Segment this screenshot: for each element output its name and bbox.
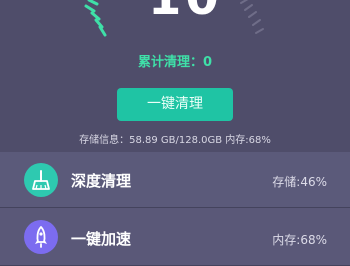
cleaned-total-label: 累计清理：0 bbox=[137, 55, 213, 70]
list-item-title: 一键加速 bbox=[71, 230, 132, 248]
rocket-icon bbox=[24, 220, 58, 254]
list-item-value: 存储:46% bbox=[272, 175, 327, 189]
list-item-deep-clean[interactable]: 深度清理 存储:46% bbox=[0, 152, 350, 208]
cleaner-gauge: 10 累计清理：0 一键清理 存储信息：58.89 GB/128.0GB 内存:… bbox=[0, 0, 350, 155]
broom-icon bbox=[24, 163, 58, 197]
list-item-value: 内存:68% bbox=[272, 233, 327, 247]
list-item-speed-up[interactable]: 一键加速 内存:68% bbox=[0, 208, 350, 266]
feature-list: 深度清理 存储:46% 一键加速 内存:68% bbox=[0, 152, 350, 266]
gauge-value: 10 bbox=[148, 0, 223, 26]
one-key-clean-button[interactable]: 一键清理 bbox=[117, 88, 233, 121]
storage-info: 存储信息：58.89 GB/128.0GB 内存:68% bbox=[79, 135, 271, 146]
list-item-title: 深度清理 bbox=[71, 172, 132, 190]
